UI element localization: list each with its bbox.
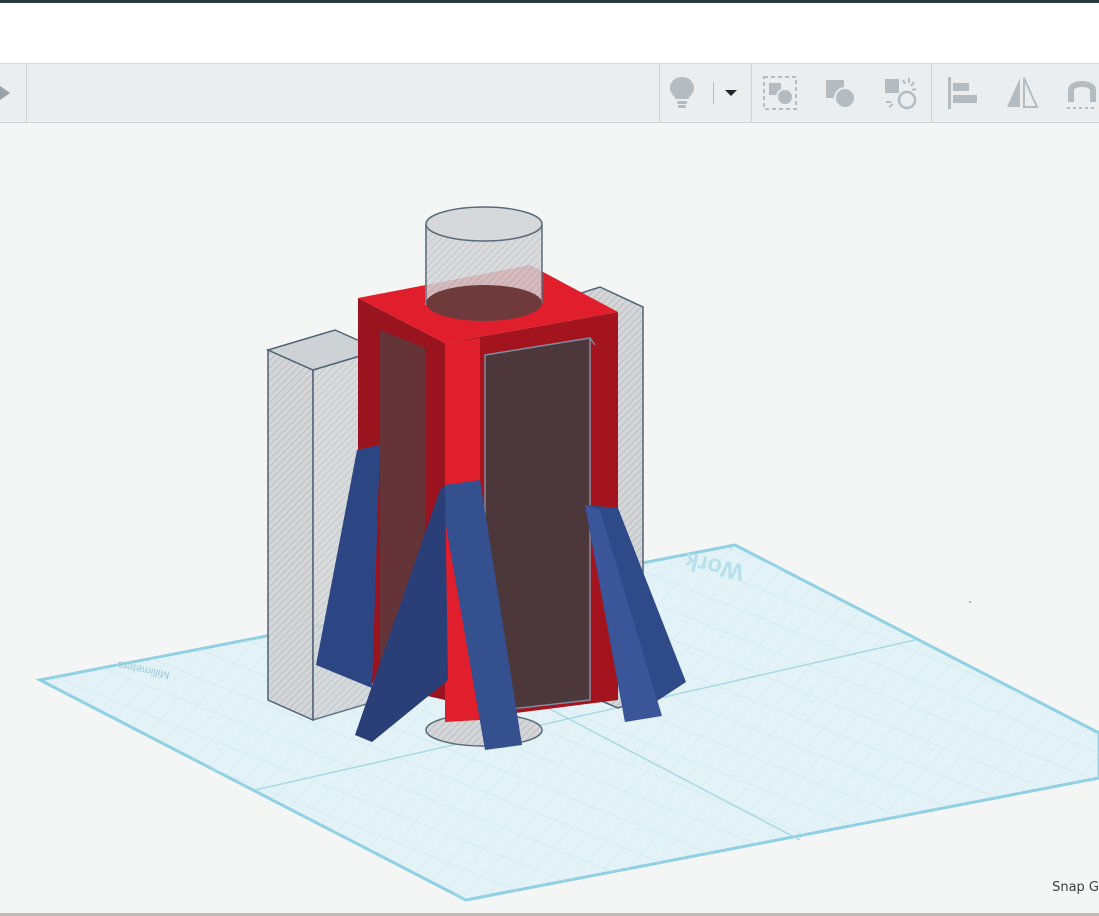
hole-icon	[885, 78, 917, 110]
magnet-icon	[1067, 81, 1097, 109]
hole-button[interactable]	[880, 73, 920, 113]
light-button[interactable]	[662, 73, 702, 113]
ungroup-icon	[826, 80, 856, 109]
toolbar-divider	[659, 64, 660, 122]
play-button[interactable]	[0, 64, 27, 122]
play-arrow-icon	[0, 86, 10, 100]
light-dropdown-button[interactable]	[712, 73, 750, 113]
edit-toolbar	[0, 64, 1099, 123]
align-button[interactable]	[942, 73, 982, 113]
scene-canvas: Work Millimeters	[35, 206, 1099, 902]
snap-grid-label[interactable]: Snap G	[1052, 880, 1099, 895]
viewport-marker	[969, 601, 971, 603]
mirror-icon	[1007, 77, 1039, 108]
mirror-button[interactable]	[1002, 73, 1042, 113]
caret-down-icon	[725, 90, 737, 96]
3d-viewport[interactable]: Work Millimeters	[0, 123, 1099, 913]
group-icon	[763, 76, 797, 110]
ungroup-button[interactable]	[820, 73, 860, 113]
toolbar-divider	[931, 64, 932, 122]
lightbulb-icon	[670, 77, 694, 108]
app-header	[0, 3, 1099, 64]
align-icon	[948, 77, 977, 109]
toolbar-divider	[751, 64, 752, 122]
group-button[interactable]	[760, 73, 800, 113]
magnet-button[interactable]	[1062, 73, 1099, 113]
hole-cylinder-top[interactable]	[425, 206, 543, 321]
